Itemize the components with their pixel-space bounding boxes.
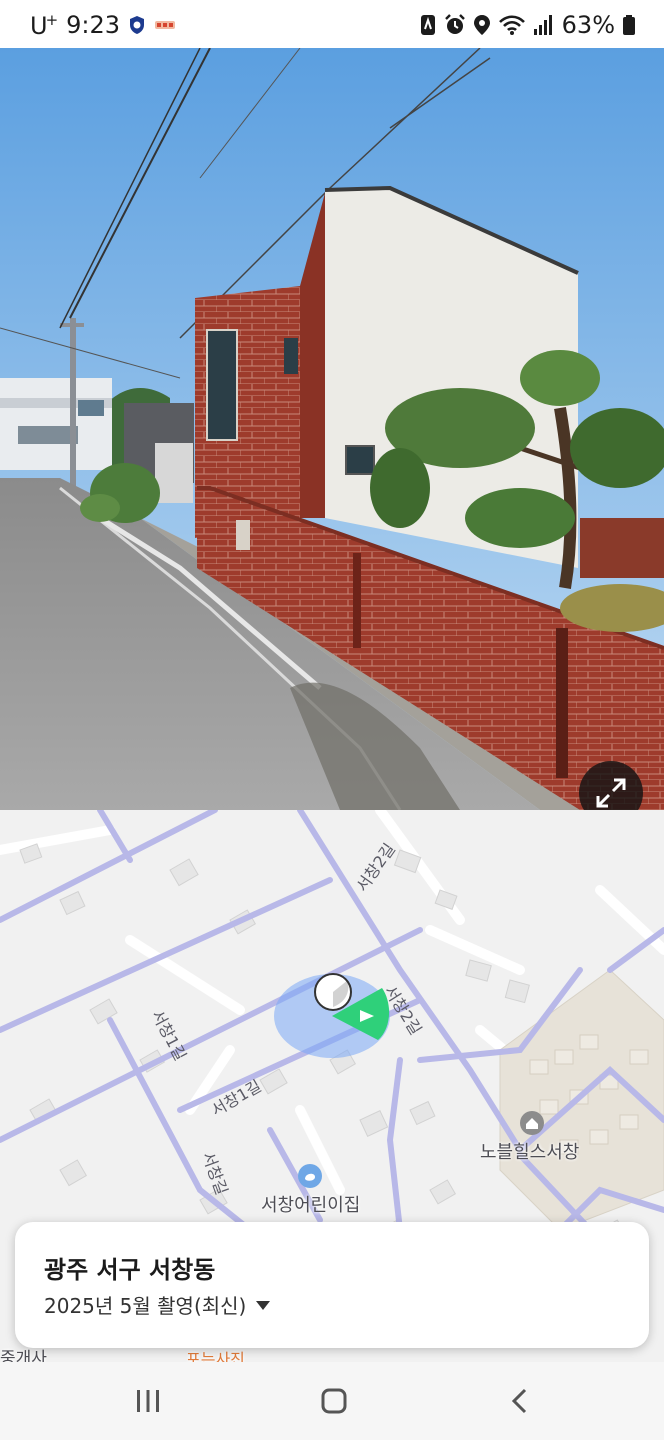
- system-nav-bar: [0, 1362, 664, 1440]
- status-bar: U+ 9:23 63%: [0, 0, 664, 48]
- recent-apps-icon: [137, 1390, 159, 1412]
- notification-icon: [155, 21, 176, 29]
- expand-arrows-icon: [596, 778, 626, 808]
- wifi-icon: [498, 15, 525, 35]
- nfc-icon: [420, 15, 435, 35]
- caret-down-icon: [256, 1301, 271, 1310]
- recent-apps-button[interactable]: [118, 1380, 178, 1422]
- capture-date: 2025년 5월 촬영(최신): [44, 1294, 247, 1318]
- partial-poi-label: 포는사진: [186, 1350, 245, 1362]
- signal-icon: [533, 15, 552, 35]
- back-icon: [511, 1388, 527, 1414]
- carrier-label: U+: [30, 10, 59, 40]
- battery-icon: [623, 15, 635, 35]
- location-title: 광주 서구 서창동: [44, 1256, 216, 1284]
- clock: 9:23: [66, 11, 121, 39]
- location-icon: [473, 15, 490, 35]
- capture-date-selector[interactable]: 2025년 5월 촬영(최신): [44, 1290, 271, 1319]
- poi-label: 노블힐스서창: [480, 1142, 580, 1163]
- home-icon: [520, 1111, 544, 1135]
- back-button[interactable]: [490, 1380, 550, 1422]
- street-view-image[interactable]: [0, 48, 664, 810]
- shield-icon: [130, 16, 145, 34]
- home-button-icon: [321, 1388, 347, 1414]
- alarm-icon: [444, 14, 465, 34]
- poi-label: 서창어린이집: [261, 1195, 361, 1216]
- daycare-icon: [298, 1164, 322, 1188]
- home-button[interactable]: [304, 1380, 364, 1422]
- location-info-card[interactable]: 광주 서구 서창동 2025년 5월 촬영(최신): [15, 1222, 649, 1348]
- battery-percent: 63%: [561, 11, 615, 39]
- street-scene: [0, 48, 664, 810]
